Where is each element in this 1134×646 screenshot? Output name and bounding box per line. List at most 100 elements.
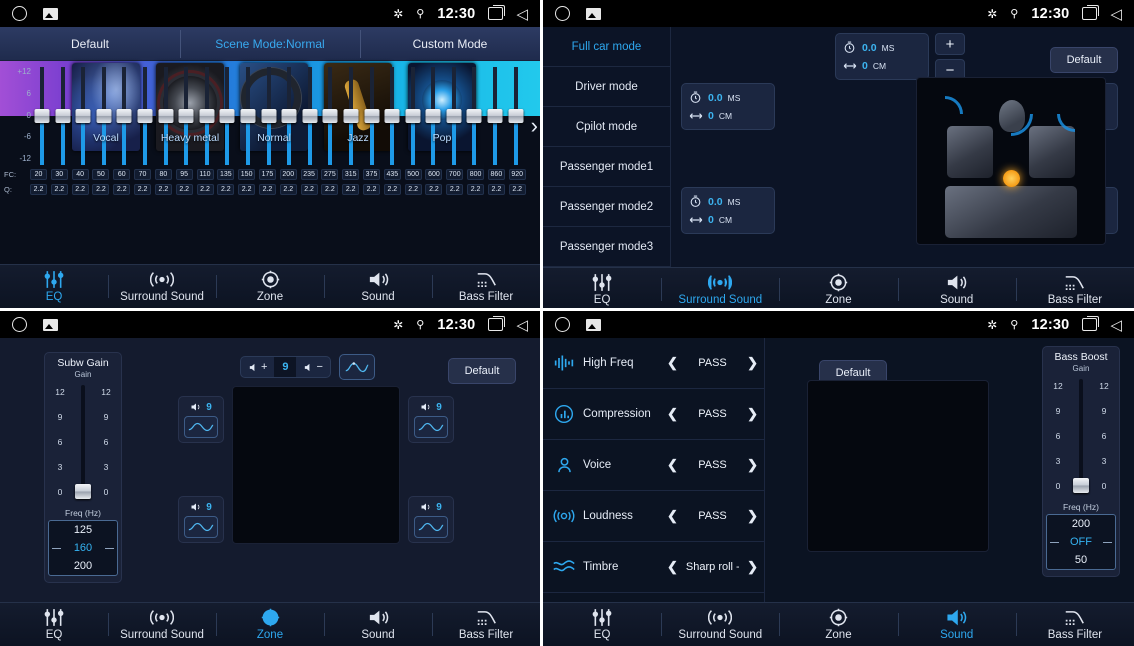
plus-button[interactable]: +: [935, 33, 965, 55]
delay-box-front-right[interactable]: 0.0 MS 0 CM: [681, 83, 775, 130]
next-arrow-icon[interactable]: ❯: [747, 457, 758, 473]
prev-arrow-icon[interactable]: ❮: [667, 508, 678, 524]
eq-band-knob[interactable]: [322, 109, 338, 123]
next-arrow-icon[interactable]: ❯: [747, 559, 758, 575]
eq-band-knob[interactable]: [34, 109, 50, 123]
nav-item-bass-filter[interactable]: Bass Filter: [1015, 603, 1134, 646]
eq-band-knob[interactable]: [261, 109, 277, 123]
next-arrow-icon[interactable]: ❯: [747, 508, 758, 524]
eq-band-knob[interactable]: [240, 109, 256, 123]
nav-item-surround-sound[interactable]: Surround Sound: [108, 603, 216, 646]
eq-band-knob[interactable]: [384, 109, 400, 123]
recents-icon[interactable]: [1082, 4, 1100, 20]
eq-q-cell[interactable]: 2.2: [238, 183, 256, 195]
back-icon[interactable]: ◁: [1110, 316, 1122, 334]
eq-band-knob[interactable]: [425, 109, 441, 123]
eq-fc-cell[interactable]: 435: [383, 168, 401, 180]
eq-fc-cell[interactable]: 700: [446, 168, 464, 180]
nav-item-sound[interactable]: Sound: [324, 265, 432, 308]
eq-q-cell[interactable]: 2.2: [300, 183, 318, 195]
eq-q-cell[interactable]: 2.2: [92, 183, 110, 195]
delay-dist-row[interactable]: 0 CM: [682, 211, 774, 229]
nav-item-zone[interactable]: Zone: [779, 268, 897, 308]
eq-fc-cell[interactable]: 175: [258, 168, 276, 180]
surround-mode-item[interactable]: Passenger mode2: [543, 187, 670, 227]
eq-q-cell[interactable]: 2.2: [154, 183, 172, 195]
recents-icon[interactable]: [488, 315, 506, 331]
nav-item-sound[interactable]: Sound: [324, 603, 432, 646]
bass-knob[interactable]: [1073, 478, 1089, 493]
eq-q-cell[interactable]: 2.2: [175, 183, 193, 195]
delay-dist-row[interactable]: 0 CM: [836, 57, 928, 75]
eq-fc-cell[interactable]: 800: [467, 168, 485, 180]
eq-band-slider[interactable]: [322, 67, 338, 165]
sound-setting-row[interactable]: Loudness ❮ PASS ❯: [543, 491, 764, 542]
eq-fc-cell[interactable]: 40: [71, 168, 89, 180]
eq-q-cell[interactable]: 2.2: [258, 183, 276, 195]
eq-band-slider[interactable]: [55, 67, 71, 165]
zone-master-stepper[interactable]: + 9 −: [240, 356, 331, 378]
speaker-card-rear-left[interactable]: 9: [178, 496, 224, 543]
speaker-card-front-left[interactable]: 9: [178, 396, 224, 443]
eq-band-knob[interactable]: [281, 109, 297, 123]
gallery-icon[interactable]: [43, 318, 58, 331]
eq-band-knob[interactable]: [405, 109, 421, 123]
zone-volume-down[interactable]: −: [296, 357, 329, 377]
nav-item-sound[interactable]: Sound: [897, 603, 1016, 646]
delay-box-front-left[interactable]: 0.0 MS 0 CM: [835, 33, 929, 80]
nav-item-surround-sound[interactable]: Surround Sound: [661, 268, 779, 308]
eq-band-slider[interactable]: [487, 67, 503, 165]
default-button[interactable]: Default: [448, 358, 516, 384]
eq-mode-custom[interactable]: Custom Mode: [360, 29, 540, 58]
eq-fc-cell[interactable]: 135: [217, 168, 235, 180]
eq-fc-cell[interactable]: 70: [134, 168, 152, 180]
nav-item-eq[interactable]: EQ: [0, 265, 108, 308]
eq-q-cell[interactable]: 2.2: [30, 183, 47, 195]
eq-fc-cell[interactable]: 315: [342, 168, 360, 180]
eq-band-slider[interactable]: [137, 67, 153, 165]
eq-band-knob[interactable]: [199, 109, 215, 123]
freq-option-selected[interactable]: 160: [49, 539, 117, 557]
eq-q-cell[interactable]: 2.2: [321, 183, 339, 195]
home-circle-icon[interactable]: [555, 317, 570, 332]
surround-mode-list[interactable]: Full car mode Driver mode Cpilot mode Passe…: [543, 27, 671, 267]
eq-band-knob[interactable]: [219, 109, 235, 123]
nav-item-surround-sound[interactable]: Surround Sound: [108, 265, 216, 308]
freq-option[interactable]: 200: [1047, 515, 1115, 533]
default-button[interactable]: Default: [1050, 47, 1118, 73]
nav-item-bass-filter[interactable]: Bass Filter: [1015, 268, 1134, 308]
eq-q-cell[interactable]: 2.2: [383, 183, 401, 195]
delay-time-row[interactable]: 0.0 MS: [682, 88, 774, 107]
prev-arrow-icon[interactable]: ❮: [667, 559, 678, 575]
bottom-nav[interactable]: EQ Surround Sound Zone Sound Bass Filter: [0, 602, 540, 646]
eq-q-cell[interactable]: 2.2: [279, 183, 297, 195]
eq-band-knob[interactable]: [96, 109, 112, 123]
freq-option[interactable]: 50: [1047, 551, 1115, 569]
eq-band-knob[interactable]: [343, 109, 359, 123]
eq-q-cell[interactable]: 2.2: [113, 183, 131, 195]
speaker-waveform-button[interactable]: [414, 416, 448, 438]
subw-knob[interactable]: [75, 484, 91, 499]
next-arrow-icon[interactable]: ❯: [747, 406, 758, 422]
car-diagram[interactable]: [807, 380, 989, 552]
sound-setting-row[interactable]: Voice ❮ PASS ❯: [543, 440, 764, 491]
eq-fc-cell[interactable]: 95: [175, 168, 193, 180]
subw-gain-card[interactable]: Subw Gain Gain 12 9 6 3 0 12 9 6 3 0 Fre…: [44, 352, 122, 583]
speaker-card-rear-right[interactable]: 9: [408, 496, 454, 543]
nav-item-eq[interactable]: EQ: [0, 603, 108, 646]
eq-fc-cell[interactable]: 920: [508, 168, 526, 180]
eq-band-knob[interactable]: [116, 109, 132, 123]
eq-q-cell[interactable]: 2.2: [71, 183, 89, 195]
eq-band-knob[interactable]: [446, 109, 462, 123]
gallery-icon[interactable]: [43, 7, 58, 20]
eq-q-cell[interactable]: 2.2: [446, 183, 464, 195]
nav-item-eq[interactable]: EQ: [543, 603, 661, 646]
car-diagram[interactable]: [232, 386, 400, 544]
eq-band-knob[interactable]: [302, 109, 318, 123]
eq-q-cell[interactable]: 2.2: [50, 183, 68, 195]
eq-band-knob[interactable]: [508, 109, 524, 123]
eq-fc-cell[interactable]: 50: [92, 168, 110, 180]
sound-setting-row[interactable]: Compression ❮ PASS ❯: [543, 389, 764, 440]
eq-band-slider[interactable]: [75, 67, 91, 165]
speaker-waveform-button[interactable]: [414, 516, 448, 538]
